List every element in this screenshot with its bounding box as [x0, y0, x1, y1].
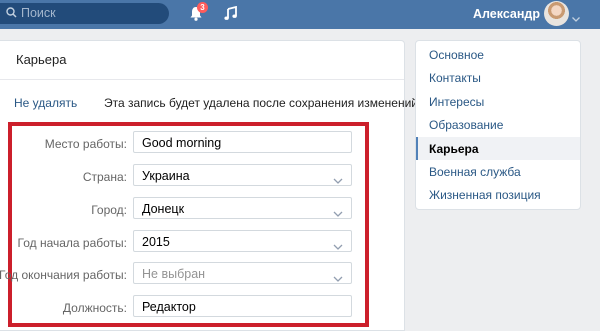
start-year-select[interactable]: 2015	[133, 230, 352, 252]
top-bar: Поиск 3 Александр	[0, 0, 600, 29]
workplace-input[interactable]: Good morning	[133, 131, 352, 153]
country-value: Украина	[142, 169, 190, 183]
music-icon[interactable]	[224, 5, 238, 24]
end-year-value: Не выбран	[142, 267, 206, 281]
chevron-down-icon	[333, 271, 343, 285]
user-name[interactable]: Александр	[468, 7, 540, 21]
end-year-select[interactable]: Не выбран	[133, 262, 352, 284]
side-item-military[interactable]: Военная служба	[429, 165, 521, 179]
chevron-down-icon	[333, 239, 343, 253]
delete-notice: Эта запись будет удалена после сохранени…	[104, 96, 422, 110]
divider	[0, 79, 404, 80]
side-item-career[interactable]: Карьера	[429, 142, 479, 156]
search-placeholder: Поиск	[21, 6, 56, 20]
avatar[interactable]	[544, 1, 569, 26]
workplace-value: Good morning	[142, 136, 222, 150]
city-value: Донецк	[142, 202, 185, 216]
side-item-contacts[interactable]: Контакты	[429, 71, 481, 85]
position-value: Редактор	[142, 300, 196, 314]
end-year-label: Год окончания работы:	[0, 268, 127, 282]
keep-entry-link[interactable]: Не удалять	[14, 96, 77, 110]
country-label: Страна:	[82, 170, 127, 184]
chevron-down-icon	[333, 173, 343, 187]
city-select[interactable]: Донецк	[133, 197, 352, 219]
search-box[interactable]: Поиск	[0, 3, 169, 24]
side-item-education[interactable]: Образование	[429, 118, 503, 132]
city-label: Город:	[91, 203, 127, 217]
side-item-interests[interactable]: Интересы	[429, 95, 484, 109]
start-year-value: 2015	[142, 235, 170, 249]
chevron-down-icon	[333, 206, 343, 220]
side-item-main[interactable]: Основное	[429, 48, 484, 62]
country-select[interactable]: Украина	[133, 164, 352, 186]
search-icon	[6, 7, 17, 21]
side-menu: Основное Контакты Интересы Образование К…	[415, 40, 581, 210]
workplace-label: Место работы:	[44, 137, 127, 151]
notification-badge: 3	[197, 2, 208, 13]
page-title: Карьера	[16, 52, 67, 67]
position-label: Должность:	[62, 301, 127, 315]
start-year-label: Год начала работы:	[17, 236, 128, 250]
side-item-life-position[interactable]: Жизненная позиция	[429, 188, 541, 202]
position-input[interactable]: Редактор	[133, 295, 352, 317]
chevron-down-icon[interactable]	[572, 11, 580, 25]
